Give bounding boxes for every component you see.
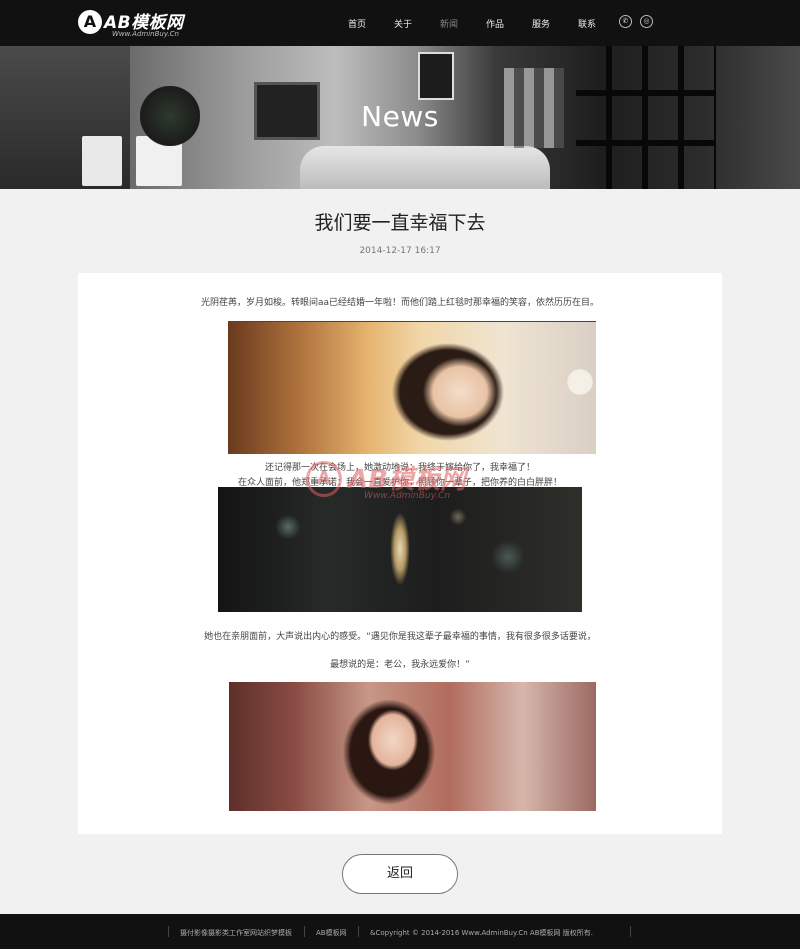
article-title: 我们要一直幸福下去 xyxy=(314,212,486,234)
top-navigation-bar: A AB模板网 Www.AdminBuy.Cn 首页 关于 新闻 作品 服务 联… xyxy=(0,0,800,46)
wechat-icon[interactable]: ◎ xyxy=(640,15,653,28)
wedding-photo-rings xyxy=(218,487,582,612)
wedding-photo-smile xyxy=(229,682,596,811)
banner-chair xyxy=(82,136,122,186)
logo-url: Www.AdminBuy.Cn xyxy=(112,30,179,38)
footer-link-template[interactable]: 摄付影像摄影类工作室网站织梦模板 xyxy=(180,928,292,938)
article-paragraph: 最想说的是：老公，我永远爱你！” xyxy=(330,660,470,670)
back-button[interactable]: 返回 xyxy=(342,854,458,894)
footer-divider xyxy=(304,926,305,937)
nav-item-home[interactable]: 首页 xyxy=(348,17,366,30)
nav-item-contact[interactable]: 联系 xyxy=(578,17,596,30)
article-date: 2014-12-17 16:17 xyxy=(359,246,441,256)
site-footer: 摄付影像摄影类工作室网站织梦模板 AB模板网 &Copyright © 2014… xyxy=(0,914,800,949)
nav-item-news[interactable]: 新闻 xyxy=(440,17,458,30)
article-paragraph: 还记得那一次在会场上，她激动地说：我终于嫁给你了，我幸福了！ xyxy=(264,463,535,473)
article-paragraph: 她也在亲朋面前，大声说出内心的感受。“遇见你是我这辈子最幸福的事情，我有很多很多… xyxy=(204,632,596,642)
nav-item-services[interactable]: 服务 xyxy=(532,17,550,30)
banner-title: News xyxy=(361,100,439,133)
phone-icon[interactable]: ✆ xyxy=(619,15,632,28)
article-paragraph: 光阴荏苒，岁月如梭。转眼间aa已经结婚一年啦！而他们踏上红毯时那幸福的笑容，依然… xyxy=(200,298,600,308)
footer-copyright: &Copyright © 2014-2016 Www.AdminBuy.Cn A… xyxy=(370,929,593,937)
footer-link-site[interactable]: AB模板网 xyxy=(316,928,347,938)
footer-divider xyxy=(630,926,631,937)
site-logo[interactable]: A AB模板网 Www.AdminBuy.Cn xyxy=(78,8,198,40)
footer-divider xyxy=(168,926,169,937)
banner-sofa xyxy=(300,146,550,189)
page-banner: News xyxy=(0,46,800,189)
nav-item-works[interactable]: 作品 xyxy=(486,17,504,30)
nav-item-about[interactable]: 关于 xyxy=(394,17,412,30)
banner-frame xyxy=(418,52,454,100)
footer-divider xyxy=(358,926,359,937)
article-content: 光阴荏苒，岁月如梭。转眼间aa已经结婚一年啦！而他们踏上红毯时那幸福的笑容，依然… xyxy=(78,273,722,834)
logo-mark: A xyxy=(78,10,102,34)
wedding-photo-bride xyxy=(228,321,596,454)
